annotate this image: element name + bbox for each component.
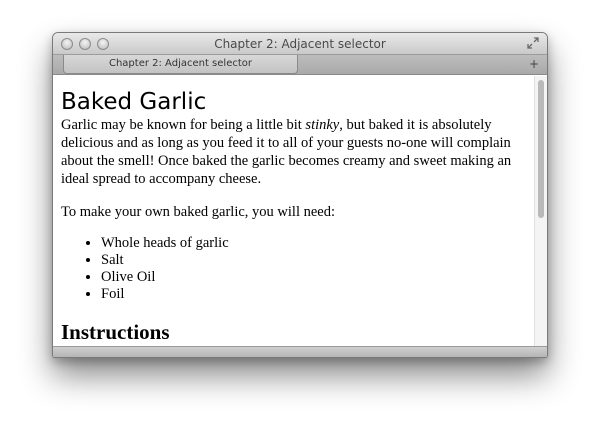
page-content: Baked Garlic Garlic may be known for bei… — [53, 76, 535, 345]
page-title: Baked Garlic — [61, 89, 207, 115]
list-item: Foil — [101, 286, 521, 303]
page-viewport[interactable]: Baked Garlic Garlic may be known for bei… — [53, 76, 547, 348]
browser-window: Chapter 2: Adjacent selector Chapter 2: … — [52, 32, 548, 358]
need-paragraph: To make your own baked garlic, you will … — [61, 204, 336, 220]
list-item: Salt — [101, 252, 521, 269]
ingredients-list: Whole heads of garlic Salt Olive Oil Foi… — [61, 235, 521, 303]
list-item: Whole heads of garlic — [101, 235, 521, 252]
tab-bar: Chapter 2: Adjacent selector + — [53, 55, 547, 75]
status-bar — [53, 346, 547, 357]
window-title: Chapter 2: Adjacent selector — [214, 37, 386, 51]
fullscreen-icon[interactable] — [527, 37, 539, 49]
new-tab-icon[interactable]: + — [529, 58, 539, 70]
intro-emphasis: stinky — [305, 117, 340, 133]
tab-active[interactable]: Chapter 2: Adjacent selector — [63, 55, 298, 74]
instructions-heading: Instructions — [61, 320, 170, 344]
title-bar[interactable]: Chapter 2: Adjacent selector — [53, 33, 547, 55]
scroll-thumb[interactable] — [538, 80, 544, 218]
list-item: Olive Oil — [101, 269, 521, 286]
intro-text-start: Garlic may be known for being a little b… — [61, 117, 306, 133]
intro-paragraph: Garlic may be known for being a little b… — [61, 116, 521, 188]
vertical-scrollbar[interactable] — [534, 76, 547, 348]
